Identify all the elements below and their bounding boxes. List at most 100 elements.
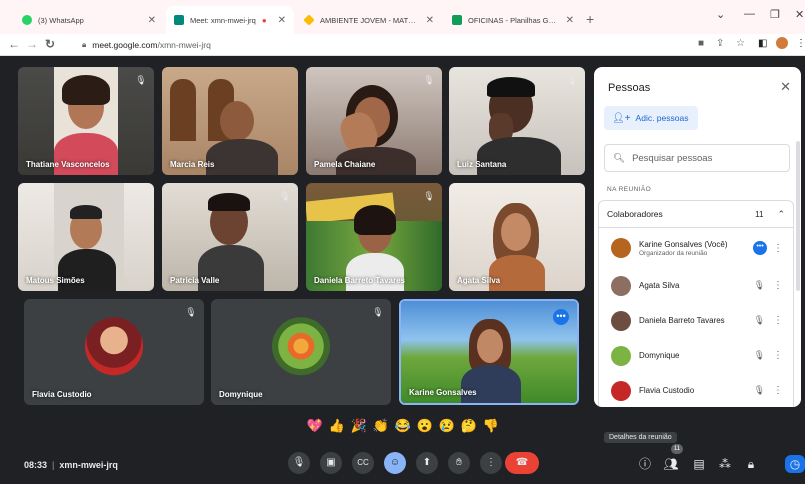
reaction-thinking-icon[interactable]: 🤔	[460, 417, 478, 435]
restore-button[interactable]: ❐	[770, 8, 780, 21]
search-placeholder: Pesquisar pessoas	[632, 152, 713, 164]
more-options-icon[interactable]: •••	[553, 309, 569, 325]
participant-tile-self[interactable]: ••• Karine Gonsalves	[399, 299, 579, 405]
collaborators-group[interactable]: Colaboradores 11 ⌃	[598, 200, 794, 228]
reload-icon[interactable]: ↻	[45, 37, 55, 51]
mic-off-icon: 🎙︎	[753, 280, 765, 290]
participant-name: Daniela Barreto Tavares	[314, 276, 406, 285]
people-button[interactable]: 👥︎	[662, 455, 680, 473]
chat-button[interactable]: ▤	[690, 455, 708, 473]
close-panel-icon[interactable]: ✕	[780, 79, 791, 95]
participant-tile[interactable]: Matous Simões	[18, 183, 154, 291]
participant-tile[interactable]: 🎙︎ Daniela Barreto Tavares	[306, 183, 442, 291]
participant-tile[interactable]: 🎙︎ Patricia Valle	[162, 183, 298, 291]
reaction-surprised-icon[interactable]: 😮	[416, 417, 434, 435]
minimize-button[interactable]: —	[744, 8, 755, 20]
tooltip: Detalhes da reunião	[604, 432, 677, 443]
reactions-button[interactable]: ☺	[384, 452, 406, 474]
participant-row[interactable]: Agata Silva 🎙︎ ⋮	[598, 268, 794, 303]
tab-label: OFICINAS - Planilhas Google	[468, 15, 560, 25]
reaction-heart-icon[interactable]: 💖	[306, 417, 324, 435]
participant-tile[interactable]: 🎙︎ Flavia Custodio	[24, 299, 204, 405]
participant-row[interactable]: Daniela Barreto Tavares 🎙︎ ⋮	[598, 303, 794, 338]
camera-button[interactable]: ▣	[320, 452, 342, 474]
microphone-button[interactable]: 🎙︎	[288, 452, 310, 474]
sidepanel-icon[interactable]: ◧	[758, 38, 767, 49]
present-screen-button[interactable]: ⬆	[416, 452, 438, 474]
chrome-menu-icon[interactable]: ⋮	[796, 38, 805, 49]
activities-button[interactable]: ⁂	[716, 455, 734, 473]
close-tab-icon[interactable]: ✕	[560, 15, 574, 26]
participant-tile[interactable]: 🎙︎ Domynique	[211, 299, 391, 405]
reaction-sad-icon[interactable]: 😢	[438, 417, 456, 435]
close-tab-icon[interactable]: ✕	[272, 15, 286, 26]
browser-tab-oficinas[interactable]: OFICINAS - Planilhas Google ✕	[444, 6, 582, 34]
forward-arrow-icon[interactable]: →	[26, 37, 38, 51]
participant-tile[interactable]: 🎙︎ Agata Silva	[449, 183, 585, 291]
reaction-laugh-icon[interactable]: 😂	[394, 417, 412, 435]
participant-name: Domynique	[219, 390, 263, 399]
add-people-label: Adic. pessoas	[635, 113, 689, 123]
participant-row[interactable]: Karine Gonsalves (Você) Organizador da r…	[598, 228, 794, 268]
reaction-party-icon[interactable]: 🎉	[350, 417, 368, 435]
url-field[interactable]: 🔒︎ meet.google.com/xmn-mwei-jrq	[78, 36, 698, 53]
participant-name: Patricia Valle	[170, 276, 220, 285]
mic-off-icon: 🎙︎	[753, 315, 765, 325]
reaction-thumbs-down-icon[interactable]: 👎	[482, 417, 500, 435]
kebab-menu-icon[interactable]: ⋮	[773, 280, 783, 291]
search-people-input[interactable]: 🔍︎ Pesquisar pessoas	[604, 144, 790, 172]
participant-tile[interactable]: Marcia Reis	[162, 67, 298, 175]
window-close-button[interactable]: ✕	[795, 8, 804, 21]
group-count: 11	[755, 209, 764, 219]
panel-title: Pessoas	[608, 82, 651, 94]
camera-permission-icon[interactable]: ■	[698, 38, 704, 49]
kebab-menu-icon[interactable]: ⋮	[773, 385, 783, 396]
profile-avatar[interactable]	[776, 37, 788, 49]
panel-scrollbar[interactable]	[796, 141, 800, 291]
url-path: /xmn-mwei-jrq	[157, 39, 211, 50]
browser-tab-whatsapp[interactable]: (3) WhatsApp ✕	[14, 6, 164, 34]
participant-tile[interactable]: 🎙︎ Pamela Chaiane	[306, 67, 442, 175]
tab-label: AMBIENTE JOVEM - MATERIAL	[320, 15, 420, 25]
reaction-clap-icon[interactable]: 👏	[372, 417, 390, 435]
tab-search-icon[interactable]: ⌄	[716, 8, 725, 21]
meeting-info: 08:33 | xmn-mwei-jrq	[24, 460, 118, 470]
avatar	[272, 317, 330, 376]
participant-row[interactable]: Flavia Custodio 🎙︎ ⋮	[598, 373, 794, 407]
kebab-menu-icon[interactable]: ⋮	[773, 243, 783, 254]
lock-icon: 🔒︎	[82, 39, 87, 49]
close-tab-icon[interactable]: ✕	[420, 15, 434, 26]
leave-call-button[interactable]: ☎︎	[505, 452, 539, 474]
participant-name: Domynique	[639, 351, 680, 360]
participant-row[interactable]: Domynique 🎙︎ ⋮	[598, 338, 794, 373]
reaction-thumbs-up-icon[interactable]: 👍	[328, 417, 346, 435]
browser-tab-ambiente[interactable]: AMBIENTE JOVEM - MATERIAL ✕	[296, 6, 442, 34]
meeting-details-button[interactable]: ⓘ	[636, 455, 654, 473]
add-people-button[interactable]: 👤︎+ Adic. pessoas	[604, 106, 699, 130]
mic-off-icon: 🎙︎	[753, 385, 765, 395]
bookmark-star-icon[interactable]: ☆	[736, 38, 745, 49]
back-arrow-icon[interactable]: ←	[8, 37, 20, 51]
drive-icon	[303, 14, 315, 26]
kebab-menu-icon[interactable]: ⋮	[773, 315, 783, 326]
avatar	[611, 310, 631, 331]
participant-tile[interactable]: 🎙︎ Thatiane Vasconcelos	[18, 67, 154, 175]
share-icon[interactable]: ⇪	[716, 38, 724, 49]
raise-hand-button[interactable]: ✋︎	[448, 452, 470, 474]
avatar	[611, 275, 631, 296]
recording-indicator-button[interactable]: ◷	[785, 455, 805, 473]
browser-tab-meet[interactable]: Meet: xmn-mwei-jrq ● ✕	[166, 6, 294, 34]
chevron-up-icon[interactable]: ⌃	[777, 209, 785, 220]
participant-name: Agata Silva	[639, 281, 680, 290]
close-tab-icon[interactable]: ✕	[142, 15, 156, 26]
more-options-icon[interactable]: •••	[753, 241, 767, 255]
captions-button[interactable]: CC	[352, 452, 374, 474]
host-controls-button[interactable]: 🔒︎	[742, 455, 760, 473]
participant-name: Marcia Reis	[170, 160, 215, 169]
kebab-menu-icon[interactable]: ⋮	[773, 350, 783, 361]
more-options-button[interactable]: ⋮	[480, 452, 502, 474]
new-tab-button[interactable]: +	[586, 11, 594, 27]
address-bar: ← → ↻ 🔒︎ meet.google.com/xmn-mwei-jrq ■ …	[0, 34, 805, 56]
participant-tile[interactable]: 🎙︎ Luiz Santana	[449, 67, 585, 175]
participant-name: Karine Gonsalves (Você)	[639, 239, 728, 249]
